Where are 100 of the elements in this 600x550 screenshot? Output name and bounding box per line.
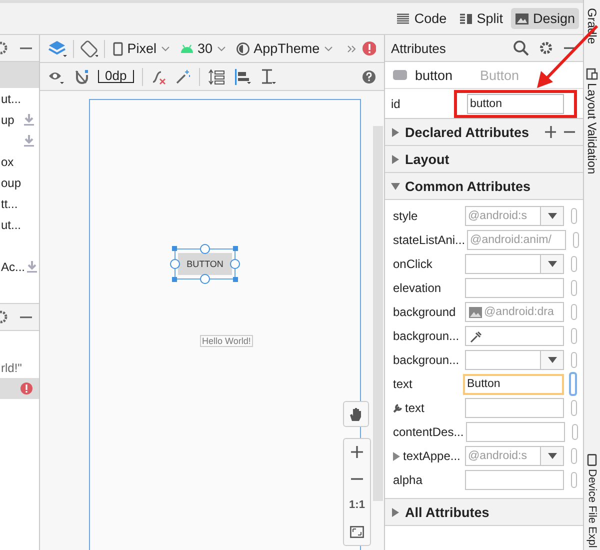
download-icon[interactable]: [23, 113, 35, 126]
theme-icon: [236, 42, 250, 56]
attribute-input[interactable]: @android:s: [466, 210, 540, 222]
resource-picker[interactable]: [569, 372, 577, 396]
palette-item[interactable]: oup: [1, 176, 22, 190]
dropdown-icon: [548, 213, 556, 219]
expand-icon[interactable]: [393, 452, 401, 460]
overflow-icon[interactable]: [346, 44, 356, 52]
attribute-label: id: [391, 96, 402, 110]
attribute-field[interactable]: @android:dra: [465, 302, 564, 322]
resource-picker[interactable]: [571, 328, 577, 344]
attribute-input[interactable]: @android:s: [466, 450, 540, 462]
expand-icon: [391, 128, 400, 136]
view-mode-tab[interactable]: Code: [392, 8, 451, 29]
lines-icon: [396, 12, 410, 24]
magnet-icon[interactable]: [74, 68, 90, 84]
resource-picker[interactable]: [571, 208, 577, 224]
palette-item[interactable]: tt...: [1, 196, 18, 210]
attribute-field[interactable]: @android:anim/: [467, 230, 566, 250]
magic-wand-icon[interactable]: [174, 68, 191, 84]
section-header[interactable]: Layout: [391, 152, 450, 166]
image-icon: [469, 306, 482, 318]
view-mode-tab[interactable]: Design: [510, 8, 579, 29]
api-level-dropdown[interactable]: 30: [178, 41, 228, 56]
download-icon[interactable]: [26, 260, 38, 273]
attribute-field[interactable]: @android:s: [465, 446, 564, 466]
side-tab[interactable]: Layout Validation: [585, 83, 599, 174]
palette-item[interactable]: ut...: [1, 92, 22, 106]
attribute-field[interactable]: [465, 350, 564, 370]
panel-title: Attributes: [391, 40, 446, 56]
dropdown-icon: [548, 453, 556, 459]
attribute-field[interactable]: [465, 398, 564, 418]
image-icon: [514, 12, 529, 24]
eyedropper-icon: [469, 330, 482, 342]
resource-picker[interactable]: [572, 424, 578, 440]
phone-icon: [586, 454, 598, 466]
attribute-field[interactable]: [465, 278, 564, 298]
tree-row[interactable]: rld!": [0, 357, 39, 378]
theme-dropdown[interactable]: AppTheme: [234, 41, 335, 56]
default-margin-control[interactable]: 0dp: [98, 70, 134, 83]
scrollbar[interactable]: [373, 126, 383, 501]
tree-row[interactable]: [0, 378, 39, 399]
selection-handles[interactable]: [170, 244, 240, 284]
side-tab[interactable]: Device File Expl: [586, 469, 598, 548]
attribute-field[interactable]: [465, 470, 564, 490]
resource-picker[interactable]: [571, 280, 577, 296]
attribute-input[interactable]: @android:anim/: [468, 234, 566, 246]
zoom-reset-button[interactable]: 1:1: [349, 499, 365, 512]
palette-item[interactable]: ox: [1, 154, 14, 168]
resource-picker[interactable]: [571, 472, 577, 488]
clear-constraints-icon[interactable]: [150, 68, 167, 84]
id-input[interactable]: button: [468, 94, 563, 112]
caret-icon: [216, 46, 226, 52]
hand-icon: [349, 406, 363, 422]
resource-picker[interactable]: [571, 256, 577, 272]
component-type: Button: [480, 68, 519, 82]
attribute-label: alpha: [393, 473, 424, 487]
search-icon[interactable]: [513, 40, 529, 56]
android-icon: [180, 44, 194, 54]
attribute-label: contentDes...: [393, 425, 464, 439]
fit-screen-icon[interactable]: [350, 526, 364, 538]
attribute-label: backgroun...: [393, 353, 460, 367]
help-icon[interactable]: [362, 70, 376, 84]
align-left-icon[interactable]: [234, 68, 252, 84]
attribute-field[interactable]: Button: [463, 374, 564, 394]
pan-button[interactable]: [343, 401, 369, 427]
split-icon: [458, 12, 473, 24]
view-mode-tab[interactable]: Split: [454, 8, 507, 29]
palette-item[interactable]: up: [1, 112, 14, 126]
dropdown-icon: [548, 357, 556, 363]
caret-icon: [324, 46, 333, 52]
attribute-input[interactable]: Button: [465, 378, 562, 390]
attribute-field[interactable]: [465, 254, 564, 274]
attribute-label: stateListAni...: [393, 233, 466, 247]
add-icon[interactable]: [545, 126, 556, 138]
download-icon[interactable]: [23, 134, 35, 147]
attribute-label: onClick: [393, 257, 434, 271]
attribute-input[interactable]: @android:dra: [482, 306, 563, 318]
attribute-field[interactable]: @android:s: [465, 206, 564, 226]
device-dropdown[interactable]: Pixel: [111, 41, 172, 56]
preview-text[interactable]: Hello World!: [200, 335, 253, 347]
resource-picker[interactable]: [571, 400, 577, 416]
preview-button[interactable]: BUTTON: [178, 253, 232, 275]
attribute-field[interactable]: [466, 422, 565, 442]
resource-picker[interactable]: [573, 232, 580, 248]
attribute-label: textAppe...: [403, 449, 462, 463]
palette-item[interactable]: Ac...: [1, 260, 26, 274]
attribute-label: style: [393, 209, 419, 223]
error-icon[interactable]: [362, 41, 376, 56]
layers-icon[interactable]: [48, 40, 67, 58]
zoom-in-icon[interactable]: [351, 446, 363, 458]
attribute-field[interactable]: [465, 326, 564, 346]
caret-icon: [160, 46, 170, 52]
rotate-icon[interactable]: [80, 40, 98, 58]
guidelines-icon[interactable]: [260, 68, 278, 84]
pack-icon[interactable]: [208, 68, 226, 84]
resource-picker[interactable]: [571, 352, 577, 368]
resource-picker[interactable]: [571, 304, 577, 320]
resource-picker[interactable]: [571, 448, 577, 464]
palette-item[interactable]: ut...: [1, 218, 22, 232]
